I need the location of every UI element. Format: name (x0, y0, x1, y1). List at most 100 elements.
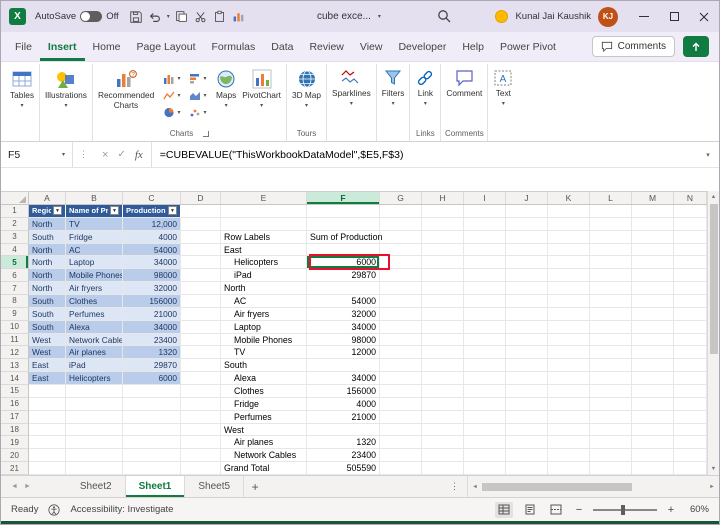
cell-D14[interactable] (181, 372, 221, 385)
cell-J15[interactable] (506, 385, 548, 398)
document-title[interactable]: cube exce... ▾ (317, 1, 383, 32)
area-chart-button[interactable]: ▾ (185, 87, 211, 104)
column-header-E[interactable]: E (221, 192, 307, 204)
cell-D11[interactable] (181, 334, 221, 347)
cell-M12[interactable] (632, 346, 674, 359)
page-layout-view-button[interactable] (521, 502, 539, 518)
cell-E6[interactable]: iPad (221, 269, 307, 282)
cell-N18[interactable] (674, 424, 707, 437)
menu-tab-page-layout[interactable]: Page Layout (129, 32, 204, 61)
cell-M20[interactable] (632, 449, 674, 462)
cell-N15[interactable] (674, 385, 707, 398)
cell-B8[interactable]: Clothes (66, 295, 123, 308)
column-header-L[interactable]: L (590, 192, 632, 204)
row-header-15[interactable]: 15 (1, 385, 29, 398)
cell-D10[interactable] (181, 321, 221, 334)
cell-J1[interactable] (506, 205, 548, 218)
cell-J6[interactable] (506, 269, 548, 282)
cell-M19[interactable] (632, 436, 674, 449)
cell-N21[interactable] (674, 462, 707, 475)
cell-B5[interactable]: Laptop (66, 256, 123, 269)
search-icon[interactable] (437, 9, 451, 26)
cell-N11[interactable] (674, 334, 707, 347)
column-header-C[interactable]: C (123, 192, 181, 204)
cell-L8[interactable] (590, 295, 632, 308)
cell-E20[interactable]: Network Cables (221, 449, 307, 462)
zoom-out-button[interactable]: − (573, 504, 585, 516)
tabbar-menu-icon[interactable]: ⋮ (442, 476, 467, 497)
cell-B10[interactable]: Alexa (66, 321, 123, 334)
cell-B16[interactable] (66, 398, 123, 411)
cell-C18[interactable] (123, 424, 181, 437)
cell-C20[interactable] (123, 449, 181, 462)
cell-F16[interactable]: 4000 (307, 398, 380, 411)
cell-H7[interactable] (422, 282, 464, 295)
cell-H6[interactable] (422, 269, 464, 282)
cell-G12[interactable] (380, 346, 422, 359)
undo-icon[interactable] (146, 7, 165, 26)
row-header-2[interactable]: 2 (1, 218, 29, 231)
cell-B4[interactable]: AC (66, 244, 123, 257)
cell-I8[interactable] (464, 295, 506, 308)
cell-L9[interactable] (590, 308, 632, 321)
column-header-G[interactable]: G (380, 192, 422, 204)
cell-K12[interactable] (548, 346, 590, 359)
cell-G2[interactable] (380, 218, 422, 231)
cell-F14[interactable]: 34000 (307, 372, 380, 385)
cell-E14[interactable]: Alexa (221, 372, 307, 385)
row-header-9[interactable]: 9 (1, 308, 29, 321)
column-header-H[interactable]: H (422, 192, 464, 204)
cell-C19[interactable] (123, 436, 181, 449)
vertical-scroll-thumb[interactable] (710, 204, 718, 354)
cell-N7[interactable] (674, 282, 707, 295)
cell-M18[interactable] (632, 424, 674, 437)
cell-A18[interactable] (29, 424, 66, 437)
cell-M3[interactable] (632, 231, 674, 244)
cell-D18[interactable] (181, 424, 221, 437)
cell-M13[interactable] (632, 359, 674, 372)
cell-I4[interactable] (464, 244, 506, 257)
cell-I6[interactable] (464, 269, 506, 282)
insert-function-icon[interactable]: fx (135, 149, 143, 161)
cell-K3[interactable] (548, 231, 590, 244)
cell-G5[interactable] (380, 256, 422, 269)
cell-K11[interactable] (548, 334, 590, 347)
cell-D2[interactable] (181, 218, 221, 231)
cell-C15[interactable] (123, 385, 181, 398)
cell-H2[interactable] (422, 218, 464, 231)
cell-E12[interactable]: TV (221, 346, 307, 359)
row-header-17[interactable]: 17 (1, 411, 29, 424)
cell-M2[interactable] (632, 218, 674, 231)
cell-L10[interactable] (590, 321, 632, 334)
cell-N3[interactable] (674, 231, 707, 244)
cell-L1[interactable] (590, 205, 632, 218)
cell-I9[interactable] (464, 308, 506, 321)
cell-B18[interactable] (66, 424, 123, 437)
cut-icon[interactable] (191, 7, 210, 26)
sheet-tab-sheet1[interactable]: Sheet1 (126, 476, 186, 497)
cell-F8[interactable]: 54000 (307, 295, 380, 308)
column-header-D[interactable]: D (181, 192, 221, 204)
column-chart-button[interactable]: ▾ (159, 70, 185, 87)
cell-L4[interactable] (590, 244, 632, 257)
cell-F15[interactable]: 156000 (307, 385, 380, 398)
zoom-level[interactable]: 60% (685, 504, 709, 515)
cell-J10[interactable] (506, 321, 548, 334)
cell-E10[interactable]: Laptop (221, 321, 307, 334)
3d-map-button[interactable]: 3D Map ▾ (289, 64, 324, 109)
cell-F10[interactable]: 34000 (307, 321, 380, 334)
filter-dropdown-icon[interactable]: ▼ (110, 206, 119, 215)
cell-A20[interactable] (29, 449, 66, 462)
cell-C7[interactable]: 32000 (123, 282, 181, 295)
cell-A9[interactable]: South (29, 308, 66, 321)
cell-I16[interactable] (464, 398, 506, 411)
cell-H3[interactable] (422, 231, 464, 244)
cell-G9[interactable] (380, 308, 422, 321)
cell-F5[interactable]: 6000 (307, 256, 380, 269)
cell-F12[interactable]: 12000 (307, 346, 380, 359)
column-header-F[interactable]: F (307, 192, 380, 204)
cell-A13[interactable]: East (29, 359, 66, 372)
formula-input[interactable]: =CUBEVALUE("ThisWorkbookDataModel",$E5,F… (152, 142, 697, 167)
cell-M1[interactable] (632, 205, 674, 218)
illustrations-button[interactable]: Illustrations ▾ (42, 64, 90, 109)
